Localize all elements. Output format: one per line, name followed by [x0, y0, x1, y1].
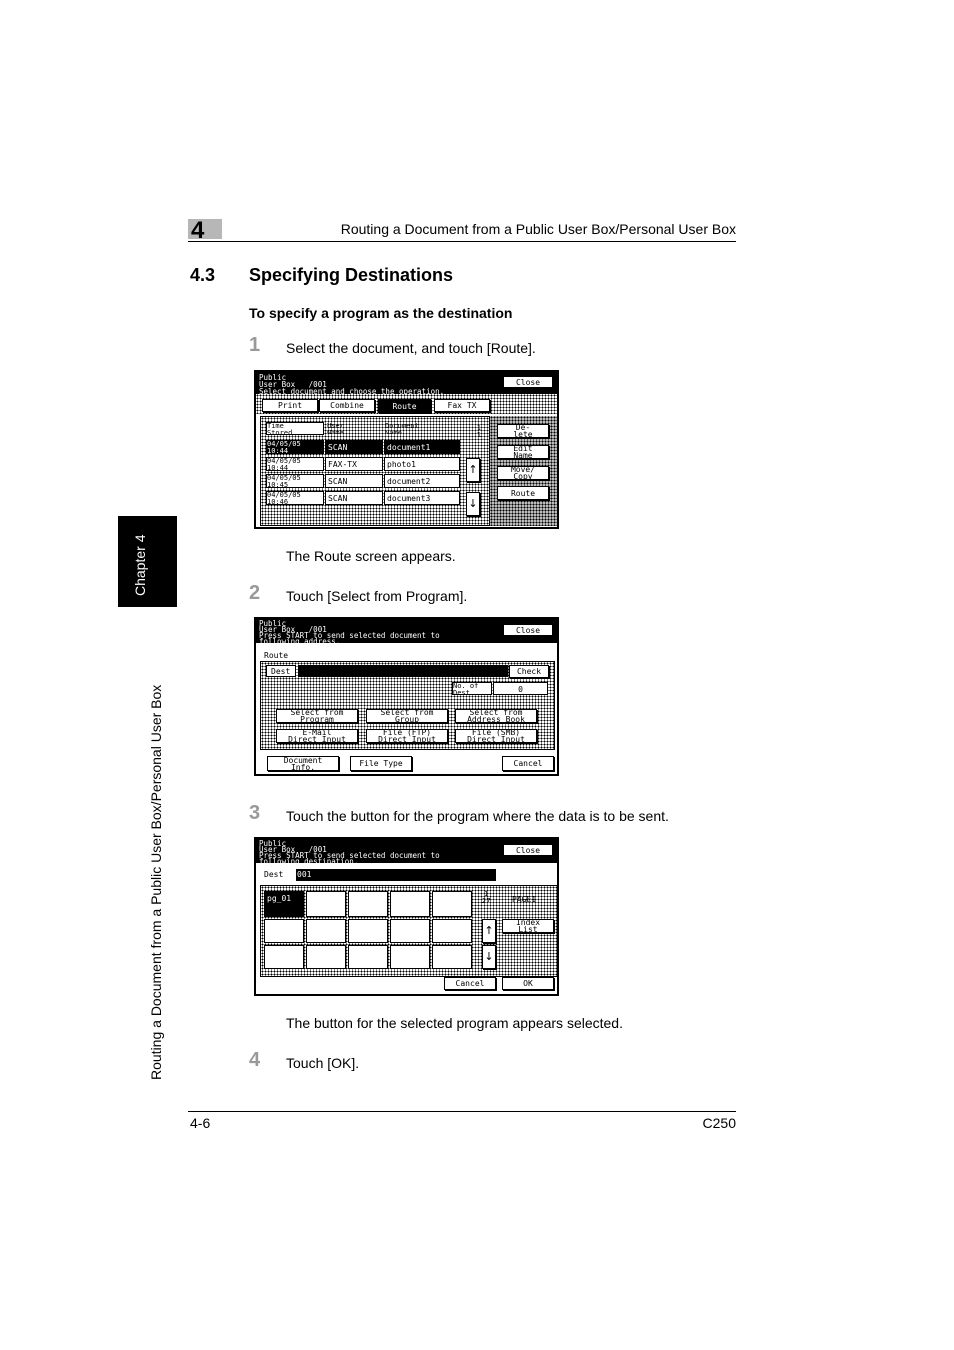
dest-label: Dest	[266, 665, 296, 677]
row-user[interactable]: FAX-TX	[325, 457, 383, 471]
close-button[interactable]: Close	[503, 844, 553, 856]
dest-value: 001	[296, 869, 496, 881]
chapter-tab-label: Chapter 4	[132, 534, 148, 596]
step-text-1: Select the document, and touch [Route].	[286, 340, 536, 356]
step-text-4: Touch [OK].	[286, 1055, 360, 1071]
step-result-1: The Route screen appears.	[286, 548, 456, 564]
step-result-3: The button for the selected program appe…	[286, 1015, 623, 1031]
screen-title-text: Public User Box /001 Select document and…	[259, 373, 445, 396]
step-number-1: 1	[249, 334, 261, 356]
chapter-side-tab: Chapter 4	[118, 516, 177, 607]
program-button-empty[interactable]	[390, 891, 430, 917]
side-running-title: Routing a Document from a Public User Bo…	[148, 684, 164, 1080]
screen-document-list: Public User Box /001 Select document and…	[254, 370, 559, 529]
edit-name-button[interactable]: Edit Name	[497, 445, 549, 460]
screen-title-text: Public User Box /001 Press START to send…	[259, 619, 440, 646]
file-type-button[interactable]: File Type	[350, 756, 412, 771]
tab-combine[interactable]: Combine	[319, 399, 375, 412]
program-button-empty[interactable]	[432, 945, 472, 969]
model-name: C250	[702, 1115, 736, 1131]
row-time[interactable]: 04/05/05 10:46	[266, 491, 324, 505]
footer-rule	[188, 1111, 736, 1112]
row-document[interactable]: document3	[384, 491, 460, 505]
program-button-selected[interactable]: pg_01	[264, 891, 304, 917]
ok-button[interactable]: OK	[502, 977, 554, 990]
row-document[interactable]: photo1	[384, 457, 460, 471]
section-title: Specifying Destinations	[249, 265, 454, 285]
step-number-3: 3	[249, 802, 261, 824]
row-time[interactable]: 04/05/05 10:45	[266, 474, 324, 488]
scroll-down-arrow-icon[interactable]: ↓	[466, 492, 480, 516]
program-button-empty[interactable]	[432, 891, 472, 917]
index-list-button[interactable]: Index List	[502, 919, 554, 934]
scroll-up-arrow-icon[interactable]: ↑	[466, 458, 480, 482]
document-info-button[interactable]: Document Info.	[267, 756, 339, 771]
column-time-stored[interactable]: Time Stored	[266, 422, 324, 435]
email-direct-input-button[interactable]: E-Mail Direct Input	[276, 729, 358, 744]
scroll-up-arrow-icon[interactable]: ↑	[482, 919, 496, 943]
row-document[interactable]: document2	[384, 474, 460, 488]
row-user[interactable]: SCAN	[325, 474, 383, 488]
column-document-name: Document Name	[385, 422, 419, 435]
delete-button[interactable]: De- lete	[497, 424, 549, 439]
row-user[interactable]: SCAN	[325, 440, 383, 454]
program-button-empty[interactable]	[306, 945, 346, 969]
row-document[interactable]: document1	[384, 440, 460, 454]
select-from-program-button[interactable]: Select from Program	[276, 709, 358, 724]
program-button-empty[interactable]	[390, 945, 430, 969]
screen-title-text: Public User Box /001 Press START to send…	[259, 839, 440, 866]
running-header: Routing a Document from a Public User Bo…	[340, 221, 736, 237]
program-button-empty[interactable]	[306, 919, 346, 943]
scroll-down-arrow-icon[interactable]: ↓	[482, 945, 496, 969]
procedure-title: To specify a program as the destination	[249, 305, 513, 321]
screen-program-select: Public User Box /001 Press START to send…	[254, 837, 559, 996]
program-button-empty[interactable]	[348, 919, 388, 943]
page-label: PAGE1	[512, 895, 537, 904]
file-ftp-direct-input-button[interactable]: File (FTP) Direct Input	[366, 729, 448, 744]
number-of-destinations-label: No. of Dest.	[452, 682, 492, 695]
step-number-4: 4	[249, 1049, 261, 1071]
number-of-destinations-value: 0	[493, 682, 548, 695]
row-time[interactable]: 04/05/05 10:44	[266, 440, 324, 454]
move-copy-button[interactable]: Move/ Copy	[497, 466, 549, 481]
row-user[interactable]: SCAN	[325, 491, 383, 505]
chapter-number-box: 4	[188, 217, 222, 244]
program-button-empty[interactable]	[348, 891, 388, 917]
program-button-empty[interactable]	[432, 919, 472, 943]
page-number: 4-6	[190, 1115, 211, 1131]
program-button-empty[interactable]	[264, 919, 304, 943]
cancel-button[interactable]: Cancel	[444, 977, 496, 990]
select-from-group-button[interactable]: Select from Group	[366, 709, 448, 724]
section-number: 4.3	[190, 265, 216, 285]
page-counter: 1 27	[482, 890, 491, 905]
tab-print[interactable]: Print	[262, 399, 318, 412]
select-from-address-book-button[interactable]: Select from Address Book	[455, 709, 537, 724]
step-text-3: Touch the button for the program where t…	[286, 808, 669, 824]
program-button-empty[interactable]	[306, 891, 346, 917]
tab-route[interactable]: Route	[378, 399, 431, 413]
step-text-2: Touch [Select from Program].	[286, 588, 468, 604]
tab-fax-tx[interactable]: Fax TX	[434, 399, 490, 412]
close-button[interactable]: Close	[503, 376, 553, 388]
column-user-name: User Name	[327, 422, 344, 435]
program-button-empty[interactable]	[348, 945, 388, 969]
program-button-empty[interactable]	[390, 919, 430, 943]
step-number-2: 2	[249, 582, 261, 604]
screen-route: Public User Box /001 Press START to send…	[254, 617, 559, 776]
page-indicator: 1 1	[476, 424, 481, 439]
row-time[interactable]: 04/05/05 10:44	[266, 457, 324, 471]
check-button[interactable]: Check	[509, 665, 549, 678]
close-button[interactable]: Close	[503, 624, 553, 636]
route-button[interactable]: Route	[497, 486, 549, 500]
route-label: Route	[264, 651, 289, 660]
cancel-button[interactable]: Cancel	[502, 756, 554, 771]
file-smb-direct-input-button[interactable]: File (SMB) Direct Input	[455, 729, 537, 744]
dest-field	[298, 665, 508, 677]
header-rule	[188, 241, 736, 242]
dest-label: Dest	[264, 870, 284, 879]
program-button-empty[interactable]	[264, 945, 304, 969]
